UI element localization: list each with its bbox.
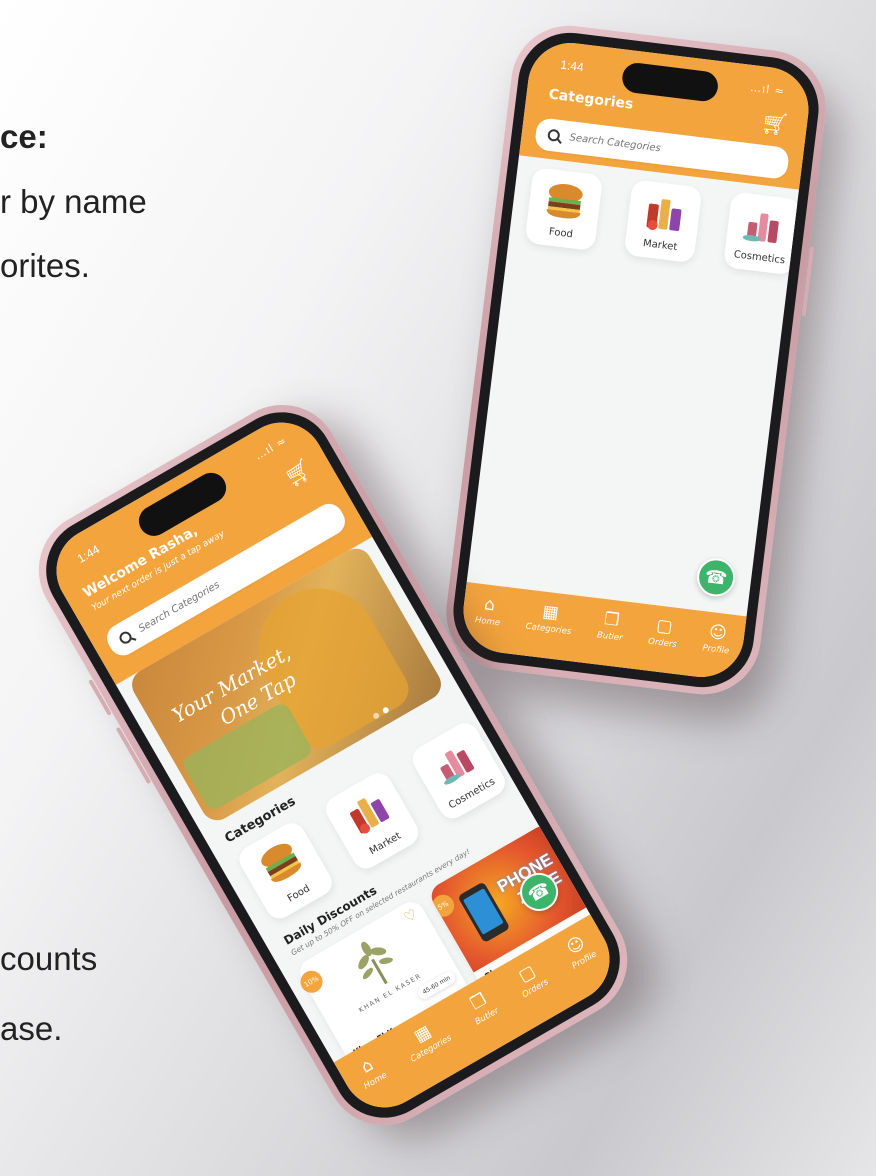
tab-label: Categories xyxy=(525,621,572,638)
cart-icon[interactable]: 🛒︎ xyxy=(759,111,790,139)
cart-icon[interactable]: 🛒︎ xyxy=(280,456,317,492)
search-bar[interactable] xyxy=(533,117,790,180)
tab-orders[interactable]: ▢ Orders xyxy=(511,960,550,1000)
category-card-food[interactable]: Food xyxy=(524,167,604,252)
tab-home[interactable]: ⌂ Home xyxy=(474,594,503,629)
category-label: Market xyxy=(367,830,404,858)
cosmetics-icon xyxy=(742,213,779,243)
tab-orders[interactable]: ▢ Orders xyxy=(647,615,680,651)
feature-line-3-fragment: counts xyxy=(0,940,98,977)
category-label: Market xyxy=(642,238,678,254)
cosmetics-icon xyxy=(440,750,475,785)
tab-butler[interactable]: ❐ Butler xyxy=(464,989,501,1027)
category-label: Food xyxy=(548,226,574,241)
category-label: Cosmetics xyxy=(733,249,786,267)
feature-heading-fragment: ce: xyxy=(0,118,48,155)
heart-icon[interactable]: ♡ xyxy=(401,906,420,926)
feature-line-4-fragment: ase. xyxy=(0,1010,63,1047)
home-icon: ⌂ xyxy=(357,1054,377,1078)
burger-icon xyxy=(261,843,301,882)
bottom-tab-bar: ⌂ Home ▦ Categories ❐ Butler ▢ Orders ☺ Profi… xyxy=(458,582,747,682)
app-header: 1:44 …ıl ≈ Categories 🛒︎ xyxy=(519,38,814,190)
grocery-icon xyxy=(646,199,682,232)
status-signal-icon: …ıl ≈ xyxy=(749,80,786,99)
tab-label: Butler xyxy=(596,630,624,644)
tab-label: Profile xyxy=(701,643,730,657)
tab-profile[interactable]: ☺ Profile xyxy=(560,932,598,972)
feature-line-1-fragment: r by name xyxy=(0,183,147,220)
tab-butler[interactable]: ❐ Butler xyxy=(596,609,625,644)
status-time: 1:44 xyxy=(74,542,103,566)
tab-profile[interactable]: ☺ Profile xyxy=(701,622,732,657)
status-time: 1:44 xyxy=(559,57,585,75)
discount-badge: 10% xyxy=(296,966,327,997)
category-card-market[interactable]: Market xyxy=(623,179,703,264)
search-icon xyxy=(547,128,561,142)
search-input[interactable] xyxy=(568,131,740,164)
tab-label: Home xyxy=(474,615,501,629)
tab-label: Orders xyxy=(647,636,678,651)
status-signal-icon: …ıl ≈ xyxy=(252,433,290,463)
categories-screen: 1:44 …ıl ≈ Categories 🛒︎ Food xyxy=(458,38,814,682)
home-icon: ⌂ xyxy=(482,594,497,616)
category-card-market[interactable]: Market xyxy=(321,768,424,874)
whatsapp-icon[interactable]: ☎︎ xyxy=(694,556,738,599)
category-label: Food xyxy=(285,883,312,905)
grid-icon: ▦ xyxy=(541,601,560,624)
tab-home[interactable]: ⌂ Home xyxy=(352,1053,389,1092)
burger-icon xyxy=(546,184,583,219)
page-title: Categories xyxy=(547,86,635,113)
bag-icon: ▢ xyxy=(655,615,674,638)
grocery-icon xyxy=(350,798,390,834)
search-icon xyxy=(117,629,134,646)
tab-categories[interactable]: ▦ Categories xyxy=(525,601,574,638)
tab-categories[interactable]: ▦ Categories xyxy=(399,1016,454,1065)
category-card-cosmetics[interactable]: Cosmetics xyxy=(722,191,802,276)
gift-icon: ❐ xyxy=(602,609,621,631)
feature-line-2-fragment: orites. xyxy=(0,247,90,284)
category-card-cosmetics[interactable]: Cosmetics xyxy=(407,718,510,824)
user-icon: ☺ xyxy=(707,622,728,645)
phone-right: 1:44 …ıl ≈ Categories 🛒︎ Food xyxy=(439,19,833,701)
